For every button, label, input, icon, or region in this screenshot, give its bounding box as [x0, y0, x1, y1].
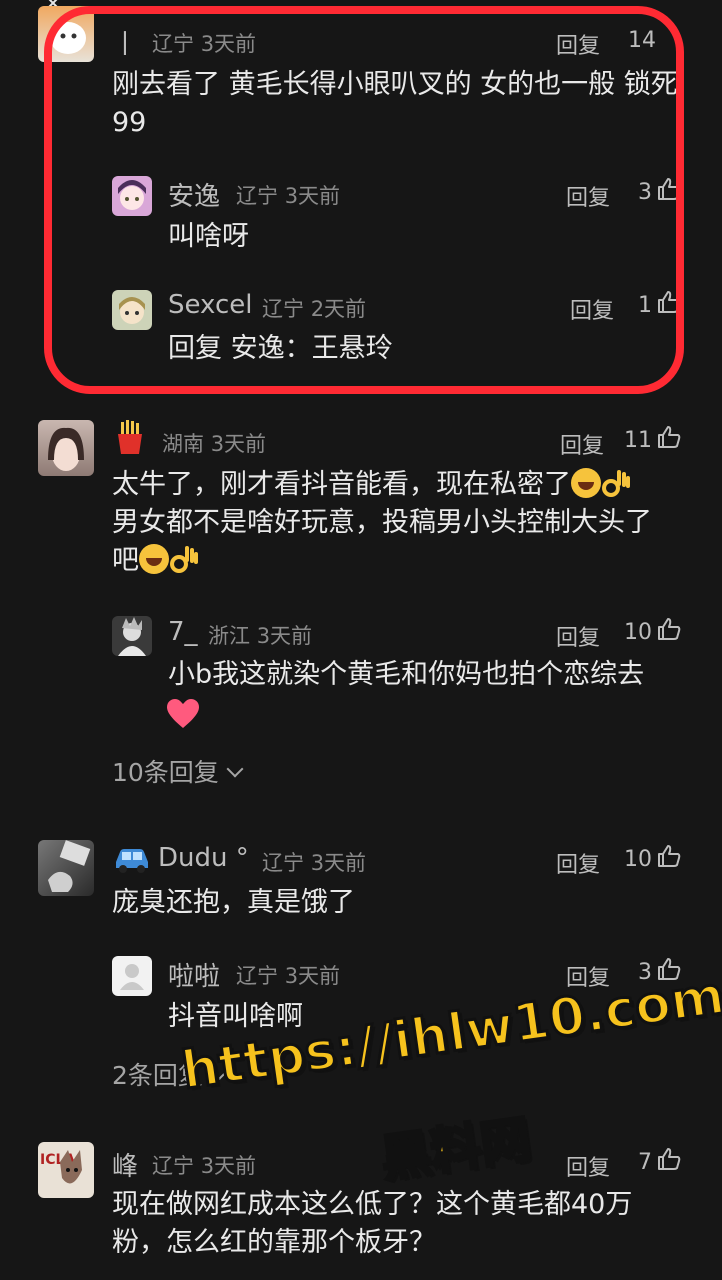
- avatar[interactable]: [38, 840, 94, 896]
- region-text: 辽宁: [262, 851, 304, 875]
- reply-meta: 辽宁 3天前: [236, 960, 340, 990]
- avatar[interactable]: ICLA: [38, 1142, 94, 1198]
- time-text: 3天前: [210, 432, 267, 456]
- time-text: 3天前: [310, 851, 367, 875]
- commenter-name[interactable]: 峰: [112, 1146, 138, 1183]
- comment-meta: 辽宁 3天前: [152, 1150, 256, 1180]
- fries-badge-icon: [118, 420, 142, 454]
- comment-meta: 湖南 3天前: [162, 428, 266, 458]
- replier-name[interactable]: 啦啦: [168, 956, 220, 993]
- reply-button[interactable]: 回复: [556, 620, 600, 652]
- region-text: 辽宁: [152, 1154, 194, 1178]
- ok-hand-emoji-icon: [601, 468, 631, 498]
- region-text: 辽宁: [236, 964, 278, 988]
- region-text: 湖南: [162, 432, 204, 456]
- reply-button[interactable]: 回复: [566, 1150, 610, 1182]
- ok-hand-emoji-icon: [169, 544, 199, 574]
- comment-text: 现在做网红成本这么低了？这个黄毛都40万 粉，怎么红的靠那个板牙？: [112, 1186, 692, 1262]
- avatar[interactable]: [38, 420, 94, 476]
- laughing-emoji-icon: [571, 468, 601, 498]
- comment-text: 庞臭还抱，真是饿了: [112, 887, 355, 918]
- chevron-down-icon: [226, 760, 244, 778]
- region-text: 浙江: [208, 624, 250, 648]
- reply-text: 小b我这就染个黄毛和你妈也拍个恋综去: [168, 659, 645, 690]
- like-count: 10: [624, 847, 652, 872]
- highlight-frame: [44, 6, 684, 394]
- comment-text-line: 男女都不是啥好玩意，投稿男小头控制大头了: [112, 507, 652, 538]
- thumbs-up-icon[interactable]: [656, 616, 682, 642]
- thumbs-up-icon[interactable]: [656, 424, 682, 450]
- laughing-emoji-icon: [139, 544, 169, 574]
- time-text: 3天前: [284, 964, 341, 988]
- reply-button[interactable]: 回复: [556, 847, 600, 879]
- commenter-name[interactable]: Dudu °: [158, 843, 249, 873]
- thumbs-up-icon[interactable]: [656, 1146, 682, 1172]
- time-text: 3天前: [256, 624, 313, 648]
- reply-button[interactable]: 回复: [560, 428, 604, 460]
- heart-emoji-icon: [167, 699, 199, 728]
- expand-replies-label: 10条回复: [112, 758, 219, 787]
- like-count: 7: [638, 1150, 652, 1175]
- avatar[interactable]: [112, 956, 152, 996]
- watermark-title: 黑料网: [376, 1109, 536, 1190]
- like-count: 11: [624, 428, 652, 453]
- comment-text: 太牛了，刚才看抖音能看，现在私密了 男女都不是啥好玩意，投稿男小头控制大头了 吧: [112, 466, 692, 580]
- comment-text-line: 太牛了，刚才看抖音能看，现在私密了: [112, 469, 571, 500]
- replier-name[interactable]: 7_: [168, 617, 198, 647]
- avatar[interactable]: [112, 616, 152, 656]
- comment-text-line: 粉，怎么红的靠那个板牙？: [112, 1227, 436, 1258]
- comment-meta: 辽宁 3天前: [262, 847, 366, 877]
- comment-text-line: 吧: [112, 545, 139, 576]
- thumbs-up-icon[interactable]: [656, 843, 682, 869]
- car-badge-icon: [116, 849, 148, 873]
- reply-meta: 浙江 3天前: [208, 620, 312, 650]
- like-count: 10: [624, 620, 652, 645]
- time-text: 3天前: [200, 1154, 257, 1178]
- comment-text-line: 现在做网红成本这么低了？这个黄毛都40万: [112, 1189, 633, 1220]
- expand-replies-button[interactable]: 10条回复: [112, 753, 244, 789]
